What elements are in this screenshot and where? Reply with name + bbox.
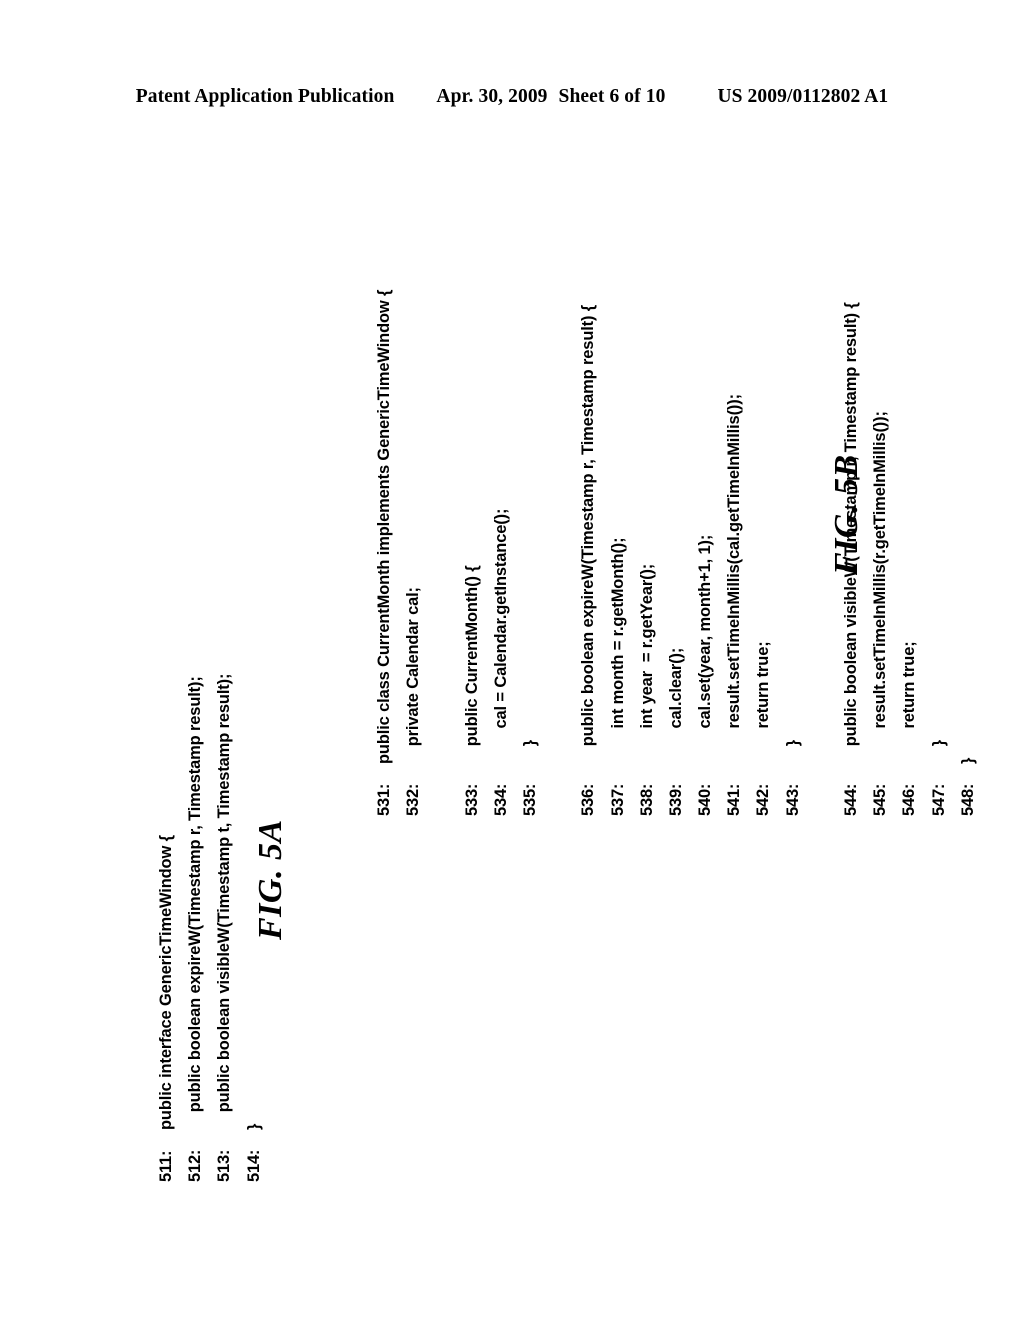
code-line: 539: cal.clear(); bbox=[662, 290, 691, 816]
code-line: 512: public boolean expireW(Timestamp r,… bbox=[181, 674, 210, 1182]
code-line-text: cal.clear(); bbox=[666, 647, 685, 764]
code-line: 533: public CurrentMonth() { bbox=[458, 290, 487, 816]
code-line-text: public CurrentMonth() { bbox=[462, 565, 481, 764]
code-line: 536: public boolean expireW(Timestamp r,… bbox=[574, 290, 603, 816]
code-line-text: return true; bbox=[754, 641, 773, 764]
code-line: 548:} bbox=[954, 290, 983, 816]
header-publication-date: Apr. 30, 2009 bbox=[436, 86, 548, 107]
header-sheet-number: Sheet 6 of 10 bbox=[558, 86, 666, 107]
code-line-number: 548: bbox=[958, 783, 977, 816]
code-line-number: 536: bbox=[579, 783, 598, 816]
code-line-number: 540: bbox=[696, 783, 715, 816]
code-line-text: public boolean expireW(Timestamp r, Time… bbox=[579, 304, 598, 764]
code-line-number: 543: bbox=[783, 783, 802, 816]
code-line-number: 542: bbox=[754, 783, 773, 816]
code-line: 511: public interface GenericTimeWindow { bbox=[152, 674, 181, 1182]
figure-5a-label: FIG. 5A bbox=[252, 819, 289, 940]
code-line-text: int year = r.getYear(); bbox=[637, 563, 656, 764]
code-line: 531: public class CurrentMonth implements… bbox=[370, 290, 399, 816]
code-line-number: 541: bbox=[725, 783, 744, 816]
code-line-text: cal.set(year, month+1, 1); bbox=[696, 534, 715, 764]
code-line-number: 535: bbox=[520, 783, 539, 816]
code-line: 540: cal.set(year, month+1, 1); bbox=[691, 290, 720, 816]
code-line-text: } bbox=[783, 739, 802, 764]
code-line: 537: int month = r.getMonth(); bbox=[604, 290, 633, 816]
code-line-text: int month = r.getMonth(); bbox=[608, 537, 627, 764]
code-line: 513: public boolean visibleW(Timestamp t… bbox=[210, 674, 239, 1182]
code-line-number: 532: bbox=[404, 783, 423, 816]
code-line: 547: } bbox=[925, 290, 954, 816]
figure-5b-label: FIG. 5B bbox=[828, 454, 865, 575]
code-line: 532: private Calendar cal; bbox=[399, 290, 428, 816]
code-line-text: } bbox=[520, 739, 539, 764]
header-publication-title: Patent Application Publication bbox=[135, 86, 395, 107]
code-line-number: 547: bbox=[929, 783, 948, 816]
code-line: 546: return true; bbox=[895, 290, 924, 816]
code-line-text: } bbox=[244, 1123, 263, 1130]
code-line-number: 513: bbox=[215, 1149, 234, 1182]
code-line-number: 514: bbox=[244, 1149, 263, 1182]
code-line-text: result.setTimeInMillis(cal.getTimeInMill… bbox=[725, 394, 744, 764]
code-line-text: result.setTimeInMillis(r.getTimeInMillis… bbox=[871, 411, 890, 764]
code-line-number: 539: bbox=[666, 783, 685, 816]
code-line-number: 512: bbox=[186, 1149, 205, 1182]
code-line-number: 538: bbox=[637, 783, 656, 816]
code-block-separator bbox=[545, 290, 574, 816]
code-line: 535: } bbox=[516, 290, 545, 816]
code-line: 542: return true; bbox=[749, 290, 778, 816]
code-line-text: } bbox=[958, 757, 977, 764]
code-line: 534: cal = Calendar.getInstance(); bbox=[487, 290, 516, 816]
header-patent-number: US 2009/0112802 A1 bbox=[717, 86, 889, 107]
figure-5b-code-listing: 531: public class CurrentMonth implements… bbox=[370, 290, 983, 816]
code-line-text: cal = Calendar.getInstance(); bbox=[491, 508, 510, 764]
code-line-number: 545: bbox=[871, 783, 890, 816]
code-line-text: private Calendar cal; bbox=[404, 587, 423, 764]
code-line: 538: int year = r.getYear(); bbox=[633, 290, 662, 816]
code-line-number: 546: bbox=[900, 783, 919, 816]
code-line-number: 511: bbox=[157, 1150, 175, 1182]
code-line-text: public class CurrentMonth implements Gen… bbox=[375, 289, 393, 764]
code-line-text: return true; bbox=[900, 641, 919, 764]
code-line: 541: result.setTimeInMillis(cal.getTimeI… bbox=[720, 290, 749, 816]
figure-5b-lines: 531: public class CurrentMonth implements… bbox=[370, 290, 983, 816]
code-block-separator bbox=[428, 290, 457, 816]
code-line: 543: } bbox=[779, 290, 808, 816]
code-line-text: } bbox=[929, 739, 948, 764]
page-header: Patent Application Publication Apr. 30, … bbox=[0, 86, 1024, 108]
code-line-text: public boolean expireW(Timestamp r, Time… bbox=[186, 676, 205, 1130]
code-line-number: 533: bbox=[462, 783, 481, 816]
code-line-number: 531: bbox=[375, 783, 393, 816]
code-line-number: 534: bbox=[491, 783, 510, 816]
code-line-text: public interface GenericTimeWindow { bbox=[157, 835, 175, 1130]
code-line-text: public boolean visibleW(Timestamp t, Tim… bbox=[215, 673, 234, 1130]
code-line: 545: result.setTimeInMillis(r.getTimeInM… bbox=[866, 290, 895, 816]
code-line-number: 544: bbox=[842, 783, 860, 816]
code-line-number: 537: bbox=[608, 783, 627, 816]
